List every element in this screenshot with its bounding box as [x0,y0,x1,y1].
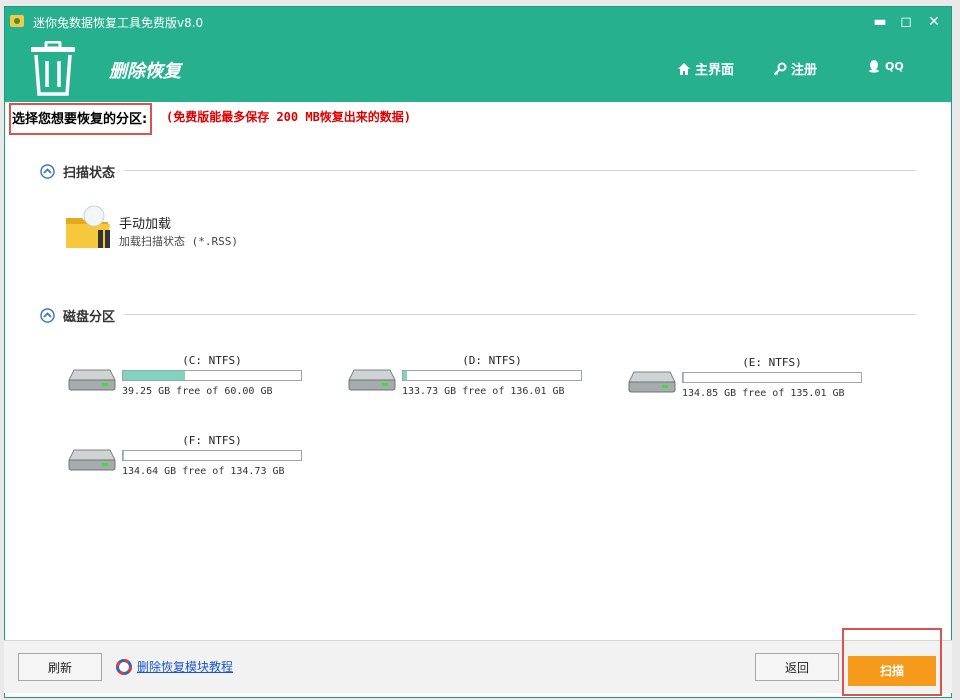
manual-load-subtitle: 加载扫描状态 (*.RSS) [119,235,238,248]
window-title: 迷你兔数据恢复工具免费版v8.0 [33,16,204,30]
section-divider [124,170,916,171]
usage-fill [403,371,407,380]
hard-disk-icon [628,371,676,393]
minimize-button[interactable]: ▬ [869,11,891,33]
usage-fill [683,373,684,382]
nav-qq-label: QQ [885,59,904,73]
close-button[interactable]: ✕ [923,11,945,33]
drive-name: (E: NTFS) [742,356,802,369]
tutorial-link-text[interactable]: 删除恢复模块教程 [137,658,233,675]
lifebuoy-icon [116,658,132,675]
maximize-button[interactable]: ◻ [895,11,917,33]
manual-load-title: 手动加载 [119,217,172,232]
qq-icon [869,60,879,73]
usage-bar [122,450,302,461]
trash-icon [31,41,75,96]
drive-free-space: 39.25 GB free of 60.00 GB [122,386,273,397]
nav-qq[interactable]: QQ [867,59,904,73]
home-icon [678,62,690,75]
drive-f[interactable]: (F: NTFS) 134.64 GB free of 134.73 GB [68,434,318,486]
drive-free-space: 134.85 GB free of 135.01 GB [682,388,845,399]
drive-name: (F: NTFS) [182,434,242,447]
close-icon: ✕ [928,14,940,30]
partitions-header[interactable]: 磁盘分区 [40,306,115,325]
tutorial-link[interactable]: 删除恢复模块教程 [116,658,233,675]
nav-register[interactable]: 注册 [773,59,817,78]
scan-status-header[interactable]: 扫描状态 [40,162,115,181]
usage-bar [402,370,582,381]
partitions-title: 磁盘分区 [63,310,116,325]
module-header: 删除恢复 主界面 注册 QQ [5,37,951,102]
folder-load-icon [66,205,110,248]
nav-register-label: 注册 [791,63,818,78]
minimize-icon: ▬ [873,14,887,30]
drive-e[interactable]: (E: NTFS) 134.85 GB free of 135.01 GB [628,356,878,408]
usage-bar [682,372,862,383]
free-limit-note: (免费版能最多保存 200 MB恢复出来的数据) [166,110,412,124]
refresh-button[interactable]: 刷新 [18,653,102,681]
back-button[interactable]: 返回 [755,653,839,681]
drive-d[interactable]: (D: NTFS) 133.73 GB free of 136.01 GB [348,354,598,406]
title-bar: 迷你兔数据恢复工具免费版v8.0 ▬ ◻ ✕ [5,7,951,37]
key-icon [773,62,787,75]
usage-fill [123,451,124,460]
collapse-chevron-icon [40,308,55,323]
maximize-icon: ◻ [900,14,912,30]
hard-disk-icon [348,369,396,391]
nav-home[interactable]: 主界面 [677,59,734,78]
drive-c[interactable]: (C: NTFS) 39.25 GB free of 60.00 GB [68,354,318,406]
hard-disk-icon [68,449,116,471]
usage-fill [123,371,186,380]
app-logo-icon [10,15,24,27]
drive-free-space: 134.64 GB free of 134.73 GB [122,466,285,477]
scan-highlight [842,628,942,696]
instruction-label: 选择您想要恢复的分区: [12,112,148,127]
drive-name: (C: NTFS) [182,354,242,367]
hard-disk-icon [68,369,116,391]
module-title: 删除恢复 [109,61,181,82]
nav-home-label: 主界面 [695,63,735,78]
drive-free-space: 133.73 GB free of 136.01 GB [402,386,565,397]
usage-bar [122,370,302,381]
drive-name: (D: NTFS) [462,354,522,367]
scan-status-title: 扫描状态 [63,166,116,181]
collapse-chevron-icon [40,164,55,179]
footer-bar: 刷新 删除恢复模块教程 返回 [4,640,952,693]
section-divider [124,314,916,315]
